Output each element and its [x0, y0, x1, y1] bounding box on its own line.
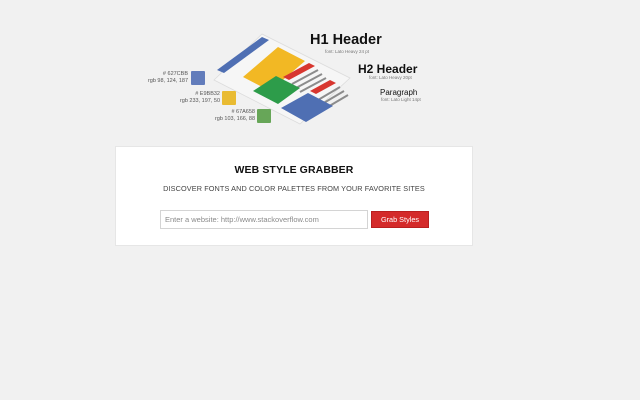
card-subtitle: DISCOVER FONTS AND COLOR PALETTES FROM Y… — [163, 184, 425, 193]
card-title: WEB STYLE GRABBER — [234, 164, 354, 176]
paragraph-font-note: font: Lato Light 14pt — [381, 97, 421, 102]
website-url-input[interactable] — [160, 210, 368, 229]
paragraph-label: Paragraph — [380, 88, 418, 97]
swatch-green-rgb: rgb 103, 166, 88 — [214, 116, 255, 122]
swatch-green-chip — [257, 109, 271, 123]
swatch-yellow-chip — [222, 91, 236, 105]
swatch-blue-hex: # 627CBB — [162, 71, 188, 77]
swatch-yellow-rgb: rgb 233, 197, 50 — [179, 98, 220, 104]
swatch-green-hex: # 67A658 — [231, 109, 255, 115]
grabber-card: WEB STYLE GRABBER DISCOVER FONTS AND COL… — [115, 146, 473, 246]
swatch-yellow-hex: # E9BB32 — [195, 91, 220, 97]
hero-illustration: # 627CBB rgb 98, 124, 187 # E9BB32 rgb 2… — [0, 0, 640, 140]
swatch-blue-rgb: rgb 98, 124, 187 — [147, 78, 188, 84]
swatch-blue-text: # 627CBB rgb 98, 124, 187 — [148, 71, 188, 85]
h1-font-note: font: Lato Heavy 24 pt — [325, 49, 370, 54]
h2-font-note: font: Lato Heavy 20pt — [369, 75, 412, 80]
isometric-page-graphic — [213, 33, 351, 125]
h1-header-label: H1 Header — [310, 32, 382, 48]
h2-header-label: H2 Header — [358, 62, 418, 76]
swatch-yellow-text: # E9BB32 rgb 233, 197, 50 — [180, 91, 220, 105]
swatch-green-text: # 67A658 rgb 103, 166, 88 — [215, 109, 255, 123]
grab-styles-button[interactable]: Grab Styles — [371, 211, 429, 228]
page: # 627CBB rgb 98, 124, 187 # E9BB32 rgb 2… — [0, 0, 640, 400]
swatch-blue-chip — [191, 71, 205, 85]
